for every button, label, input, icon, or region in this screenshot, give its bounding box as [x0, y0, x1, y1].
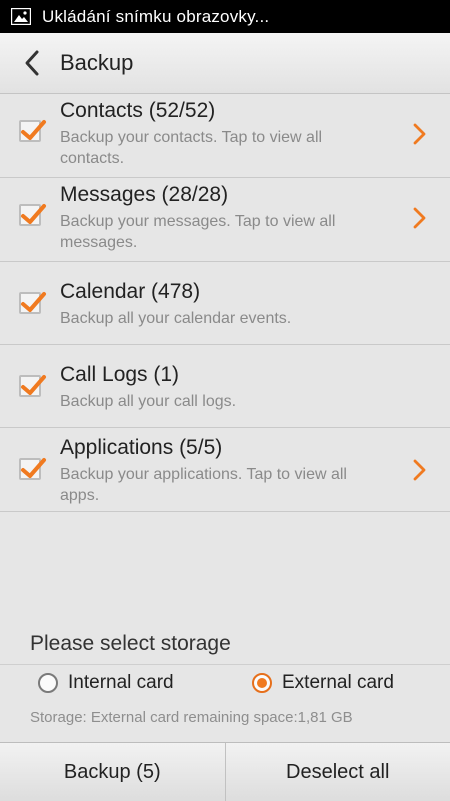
radio-external-card[interactable]: External card: [252, 672, 394, 694]
deselect-all-button[interactable]: Deselect all: [226, 743, 450, 801]
status-text: Ukládání snímku obrazovky...: [42, 7, 269, 27]
item-title: Calendar (478): [60, 280, 200, 304]
checkbox-contacts[interactable]: [19, 120, 41, 142]
checkbox-messages[interactable]: [19, 204, 41, 226]
storage-info: Storage: External card remaining space:1…: [30, 709, 353, 726]
chevron-left-icon: [21, 49, 43, 77]
item-title: Messages (28/28): [60, 183, 228, 207]
checkmark-icon: [19, 200, 47, 228]
page-title: Backup: [60, 50, 133, 76]
back-button[interactable]: [12, 43, 52, 83]
item-description: Backup all your calendar events.: [60, 308, 380, 329]
item-description: Backup your messages. Tap to view all me…: [60, 211, 380, 253]
chevron-right-icon: [412, 122, 428, 146]
backup-button[interactable]: Backup (5): [0, 743, 225, 801]
list-item-messages[interactable]: Messages (28/28) Backup your messages. T…: [0, 178, 450, 262]
checkbox-call-logs[interactable]: [19, 375, 41, 397]
status-bar: Ukládání snímku obrazovky...: [0, 0, 450, 33]
list-item-call-logs[interactable]: Call Logs (1) Backup all your call logs.: [0, 345, 450, 428]
checkmark-icon: [19, 288, 47, 316]
item-title: Contacts (52/52): [60, 99, 215, 123]
divider: [0, 664, 450, 665]
radio-label: External card: [282, 672, 394, 694]
checkmark-icon: [19, 454, 47, 482]
item-title: Call Logs (1): [60, 363, 179, 387]
chevron-right-icon: [412, 206, 428, 230]
item-title: Applications (5/5): [60, 436, 222, 460]
checkbox-calendar[interactable]: [19, 292, 41, 314]
checkmark-icon: [19, 371, 47, 399]
list-item-contacts[interactable]: Contacts (52/52) Backup your contacts. T…: [0, 94, 450, 178]
image-icon: [10, 8, 32, 26]
checkbox-applications[interactable]: [19, 458, 41, 480]
storage-label: Please select storage: [30, 632, 231, 656]
item-description: Backup your applications. Tap to view al…: [60, 464, 380, 506]
storage-radio-group: Internal card External card: [0, 672, 450, 700]
radio-label: Internal card: [68, 672, 174, 694]
radio-button[interactable]: [252, 673, 272, 693]
item-description: Backup all your call logs.: [60, 391, 380, 412]
item-description: Backup your contacts. Tap to view all co…: [60, 127, 380, 169]
chevron-right-icon: [412, 458, 428, 482]
backup-item-list: Contacts (52/52) Backup your contacts. T…: [0, 94, 450, 512]
bottom-action-bar: Backup (5) Deselect all: [0, 742, 450, 801]
radio-button[interactable]: [38, 673, 58, 693]
list-item-applications[interactable]: Applications (5/5) Backup your applicati…: [0, 428, 450, 512]
checkmark-icon: [19, 116, 47, 144]
app-header: Backup: [0, 33, 450, 94]
radio-internal-card[interactable]: Internal card: [38, 672, 174, 694]
list-item-calendar[interactable]: Calendar (478) Backup all your calendar …: [0, 262, 450, 345]
